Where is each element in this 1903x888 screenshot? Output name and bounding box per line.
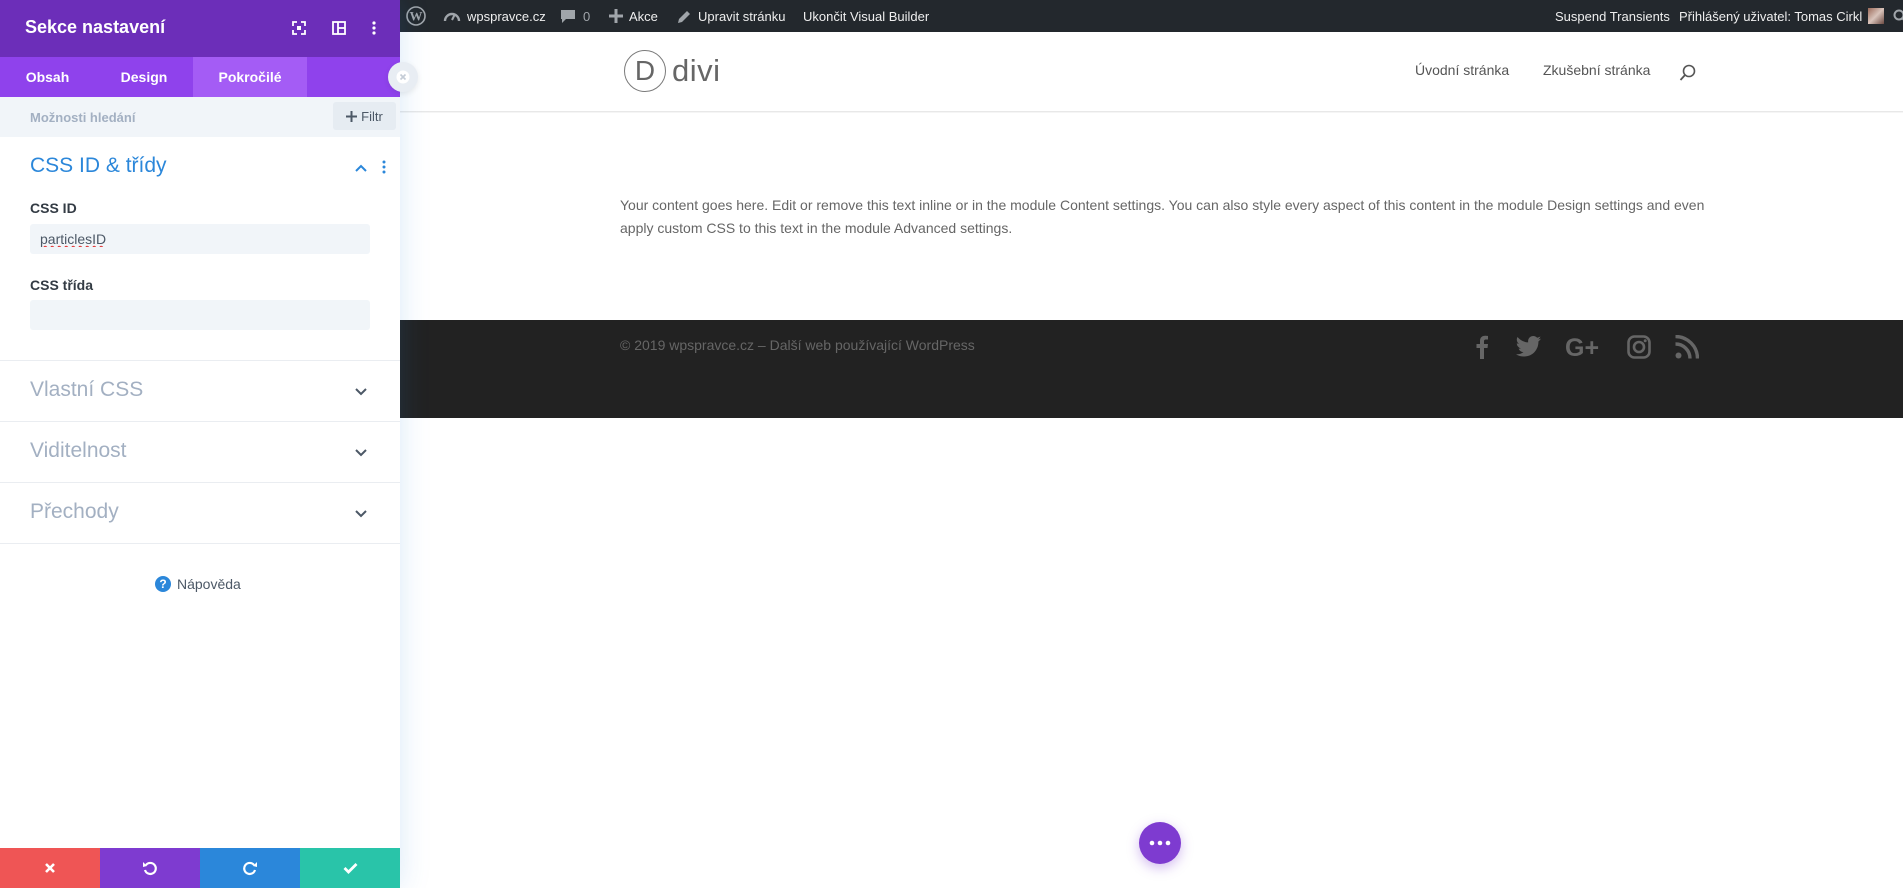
panel-collapse-toggle[interactable] xyxy=(388,62,418,92)
new-content-link[interactable]: Akce xyxy=(609,0,658,32)
edit-page-label: Upravit stránku xyxy=(698,8,786,24)
section-divider xyxy=(0,421,400,422)
plus-icon xyxy=(346,110,358,122)
section-visibility-title[interactable]: Viditelnost xyxy=(30,439,127,463)
split-view-icon[interactable] xyxy=(330,19,348,37)
chevron-down-icon[interactable] xyxy=(353,444,369,460)
undo-icon xyxy=(143,861,157,876)
comments-count: 0 xyxy=(583,8,591,24)
options-search-input[interactable] xyxy=(30,106,320,128)
user-account-label: Přihlášený uživatel: Tomas Cirkl xyxy=(1679,8,1863,24)
wordpress-logo-icon[interactable]: W xyxy=(406,0,426,32)
section-divider xyxy=(0,482,400,483)
section-options-icon[interactable] xyxy=(382,160,388,176)
pencil-icon xyxy=(678,10,690,23)
filter-button[interactable]: Filtr xyxy=(333,102,396,130)
rss-icon[interactable] xyxy=(1675,334,1699,360)
close-circle-icon xyxy=(396,70,410,84)
expand-icon[interactable] xyxy=(290,19,308,37)
text-module-content[interactable]: Your content goes here. Edit or remove t… xyxy=(620,194,1710,240)
help-label: Nápověda xyxy=(177,576,241,592)
help-question-icon: ? xyxy=(155,576,171,592)
user-avatar xyxy=(1868,8,1885,24)
kebab-menu-icon[interactable] xyxy=(365,19,383,37)
user-account-link[interactable]: Přihlášený uživatel: Tomas Cirkl xyxy=(1679,0,1885,32)
exit-visual-builder-label: Ukončit Visual Builder xyxy=(803,8,930,24)
comment-bubble-icon xyxy=(561,9,575,23)
chevron-up-icon[interactable] xyxy=(353,160,369,176)
discard-button[interactable] xyxy=(0,848,100,888)
panel-header: Sekce nastavení xyxy=(0,0,400,57)
nav-link-test-page[interactable]: Zkušební stránka xyxy=(1543,62,1650,78)
site-name-link[interactable]: wpspravce.cz xyxy=(443,0,546,32)
panel-tabs: Obsah Design Pokročilé xyxy=(0,57,400,97)
instagram-icon[interactable] xyxy=(1627,334,1651,360)
panel-title: Sekce nastavení xyxy=(25,17,166,37)
comments-link[interactable]: 0 xyxy=(560,0,590,32)
redo-button[interactable] xyxy=(200,848,300,888)
suspend-transients-label: Suspend Transients xyxy=(1555,8,1670,24)
css-class-label: CSS třída xyxy=(30,277,94,293)
section-divider xyxy=(0,543,400,544)
section-css-id-classes-title[interactable]: CSS ID & třídy xyxy=(30,154,167,178)
css-id-label: CSS ID xyxy=(30,200,77,216)
nav-link-home[interactable]: Úvodní stránka xyxy=(1415,62,1509,78)
close-icon xyxy=(45,863,55,873)
google-plus-icon[interactable]: G+ xyxy=(1564,334,1606,360)
nav-search-icon[interactable] xyxy=(1679,64,1697,82)
twitter-icon[interactable] xyxy=(1516,334,1542,360)
checkmark-icon xyxy=(343,863,357,874)
redo-icon xyxy=(243,861,257,876)
more-dots-icon xyxy=(1149,840,1171,846)
exit-visual-builder-link[interactable]: Ukončit Visual Builder xyxy=(803,0,929,32)
undo-button[interactable] xyxy=(100,848,200,888)
svg-text:W: W xyxy=(410,9,423,24)
new-content-label: Akce xyxy=(629,8,658,24)
section-divider xyxy=(0,360,400,361)
plus-icon xyxy=(609,9,623,23)
footer-copyright: © 2019 wpspravce.cz – Další web používaj… xyxy=(620,337,975,353)
edit-page-link[interactable]: Upravit stránku xyxy=(677,0,785,32)
site-name-label: wpspravce.cz xyxy=(467,8,546,24)
adminbar-search-icon[interactable] xyxy=(1893,0,1903,32)
site-logo[interactable]: D divi xyxy=(624,50,721,92)
chevron-down-icon[interactable] xyxy=(353,505,369,521)
section-custom-css-title[interactable]: Vlastní CSS xyxy=(30,378,143,402)
css-class-input[interactable] xyxy=(30,300,370,330)
site-footer: © 2019 wpspravce.cz – Další web používaj… xyxy=(400,320,1903,418)
svg-text:G+: G+ xyxy=(1565,335,1599,359)
tab-content[interactable]: Obsah xyxy=(0,57,95,97)
filter-label: Filtr xyxy=(361,108,383,124)
dashboard-gauge-icon xyxy=(443,12,461,22)
css-id-input[interactable] xyxy=(30,224,370,254)
facebook-icon[interactable] xyxy=(1475,334,1489,360)
panel-footer xyxy=(0,848,400,888)
help-link[interactable]: ? Nápověda xyxy=(155,574,241,594)
builder-menu-button[interactable] xyxy=(1139,822,1181,864)
settings-panel: Sekce nastavení Obsah Design Pokročilé F… xyxy=(0,0,400,888)
tab-design[interactable]: Design xyxy=(95,57,193,97)
logo-mark: D xyxy=(624,50,666,92)
tab-advanced[interactable]: Pokročilé xyxy=(193,57,307,97)
chevron-down-icon[interactable] xyxy=(353,383,369,399)
logo-text: divi xyxy=(672,53,721,88)
save-button[interactable] xyxy=(300,848,400,888)
section-transitions-title[interactable]: Přechody xyxy=(30,500,119,524)
suspend-transients-link[interactable]: Suspend Transients xyxy=(1555,0,1670,32)
site-header: D divi Úvodní stránka Zkušební stránka xyxy=(400,32,1903,112)
